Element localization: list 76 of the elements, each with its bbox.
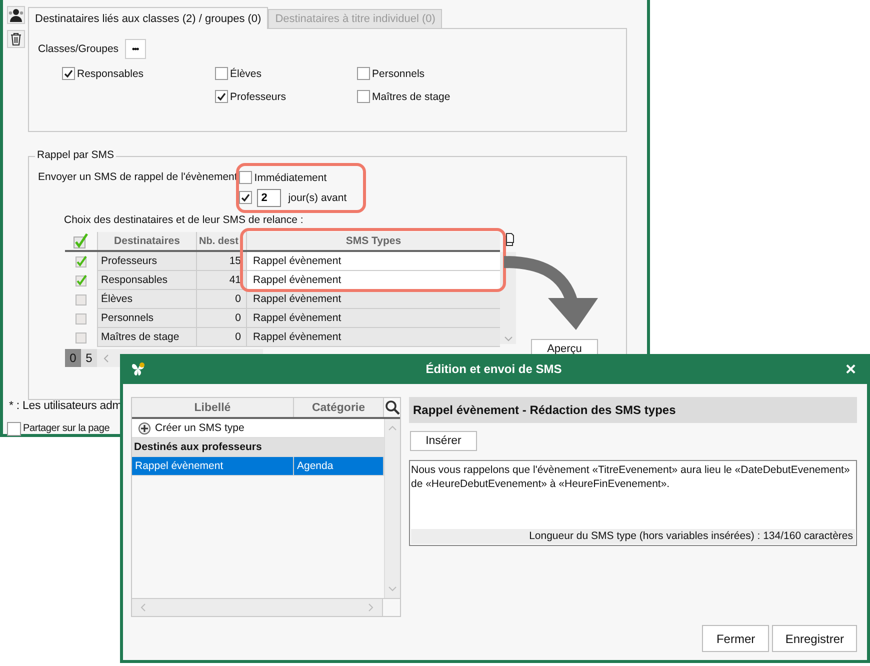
people-icon[interactable] bbox=[7, 6, 25, 24]
table-cell: Élèves bbox=[97, 290, 196, 309]
add-icon bbox=[138, 422, 151, 434]
checkbox[interactable] bbox=[62, 67, 75, 80]
tab[interactable]: Destinataires liés aux classes (2) / groupes (0) bbox=[28, 7, 268, 29]
column-header[interactable]: Nb. dest bbox=[196, 232, 246, 250]
row-checkbox[interactable] bbox=[74, 331, 88, 344]
group-header: Destinés aux professeurs bbox=[132, 438, 384, 457]
table-cell: Professeurs bbox=[97, 252, 196, 271]
close-button[interactable]: × bbox=[841, 360, 860, 378]
horizontal-scrollbar[interactable] bbox=[132, 599, 382, 616]
checkbox[interactable] bbox=[239, 171, 252, 184]
table-cell: 15 bbox=[196, 252, 246, 271]
dialog-button[interactable]: Enregistrer bbox=[772, 625, 857, 652]
page-counter: 0 bbox=[65, 349, 81, 367]
table-cell: Rappel évènement bbox=[246, 252, 500, 271]
checkbox[interactable] bbox=[7, 422, 21, 436]
checkbox-label: Personnels bbox=[372, 68, 425, 80]
table-cell: Rappel évènement bbox=[246, 271, 500, 290]
checkbox-label: Élèves bbox=[230, 68, 262, 80]
chevron-down-icon[interactable] bbox=[504, 334, 512, 344]
row-checkbox[interactable] bbox=[74, 312, 88, 325]
column-header[interactable]: Libellé bbox=[132, 398, 294, 417]
butterfly-icon bbox=[130, 361, 146, 377]
checkbox-label: Maîtres de stage bbox=[372, 90, 450, 102]
search-icon[interactable] bbox=[384, 398, 400, 417]
checkbox-label: Immédiatement bbox=[254, 172, 327, 184]
item-label: Créer un SMS type bbox=[155, 422, 244, 434]
table-cell: 0 bbox=[196, 290, 246, 309]
editor-title: Rappel évènement - Rédaction des SMS types bbox=[409, 397, 857, 423]
more-button[interactable]: ••• bbox=[124, 39, 146, 59]
column-header[interactable]: Destinataires bbox=[97, 232, 196, 250]
message-text: Nous vous rappelons que l'évènement «TitreEvenement» aura lieu le «DateDebutEvenement» de «HeureDebutEvenement» à «HeureFinEvenement». bbox=[410, 463, 851, 492]
table-cell: 0 bbox=[196, 328, 246, 347]
page-counter: 5 bbox=[81, 349, 97, 367]
table-cell: Responsables bbox=[97, 271, 196, 290]
table-cell: Rappel évènement bbox=[246, 309, 500, 328]
checkbox[interactable] bbox=[239, 191, 252, 204]
checkbox-label: Partager sur la page bbox=[23, 423, 110, 434]
field-label: Envoyer un SMS de rappel de l'évènement bbox=[38, 171, 238, 183]
table-cell: Rappel évènement bbox=[246, 328, 500, 347]
checkbox[interactable] bbox=[357, 67, 370, 80]
chevron-down-icon[interactable] bbox=[388, 586, 397, 592]
table-cell: Rappel évènement bbox=[132, 457, 294, 475]
dialog-title: Édition et envoi de SMS bbox=[424, 362, 563, 376]
message-editor[interactable] bbox=[409, 460, 857, 546]
field-label: jour(s) avant bbox=[288, 192, 347, 204]
chevron-left-icon[interactable] bbox=[103, 354, 109, 362]
table-cell: 41 bbox=[196, 271, 246, 290]
table-caption: Choix des destinataires et de leur SMS de relance : bbox=[64, 214, 304, 226]
chevron-left-icon[interactable] bbox=[140, 603, 146, 612]
row-checkbox[interactable] bbox=[74, 274, 88, 287]
status-bar: Longueur du SMS type (hors variables insérées) : 134/160 caractères bbox=[411, 529, 855, 544]
chevron-right-icon[interactable] bbox=[368, 603, 374, 612]
dialog-button[interactable]: Fermer bbox=[702, 625, 770, 652]
table-cell: 0 bbox=[196, 309, 246, 328]
field-label: Classes/Groupes bbox=[38, 43, 119, 55]
trash-icon[interactable] bbox=[7, 30, 25, 48]
vertical-scrollbar[interactable] bbox=[384, 419, 400, 598]
list-row[interactable]: Rappel évènement Agenda bbox=[132, 457, 384, 476]
checkbox[interactable] bbox=[215, 90, 228, 103]
days-field[interactable]: 2 bbox=[257, 188, 282, 206]
insert-button[interactable]: Insérer bbox=[410, 431, 477, 451]
checkbox[interactable] bbox=[357, 90, 370, 103]
table-cell: Personnels bbox=[97, 309, 196, 328]
column-header[interactable]: Catégorie bbox=[294, 398, 384, 417]
row-checkbox[interactable] bbox=[74, 255, 88, 268]
checkbox[interactable] bbox=[215, 67, 228, 80]
chevron-up-icon[interactable] bbox=[388, 425, 397, 431]
checkbox-label: Responsables bbox=[77, 68, 144, 80]
group-title: Rappel par SMS bbox=[35, 149, 116, 161]
create-item[interactable]: Créer un SMS type bbox=[132, 419, 384, 438]
table-cell: Maîtres de stage bbox=[97, 328, 196, 347]
checkbox-label: Professeurs bbox=[230, 90, 286, 102]
column-header[interactable]: SMS Types bbox=[246, 232, 500, 250]
row-checkbox[interactable] bbox=[74, 293, 88, 306]
